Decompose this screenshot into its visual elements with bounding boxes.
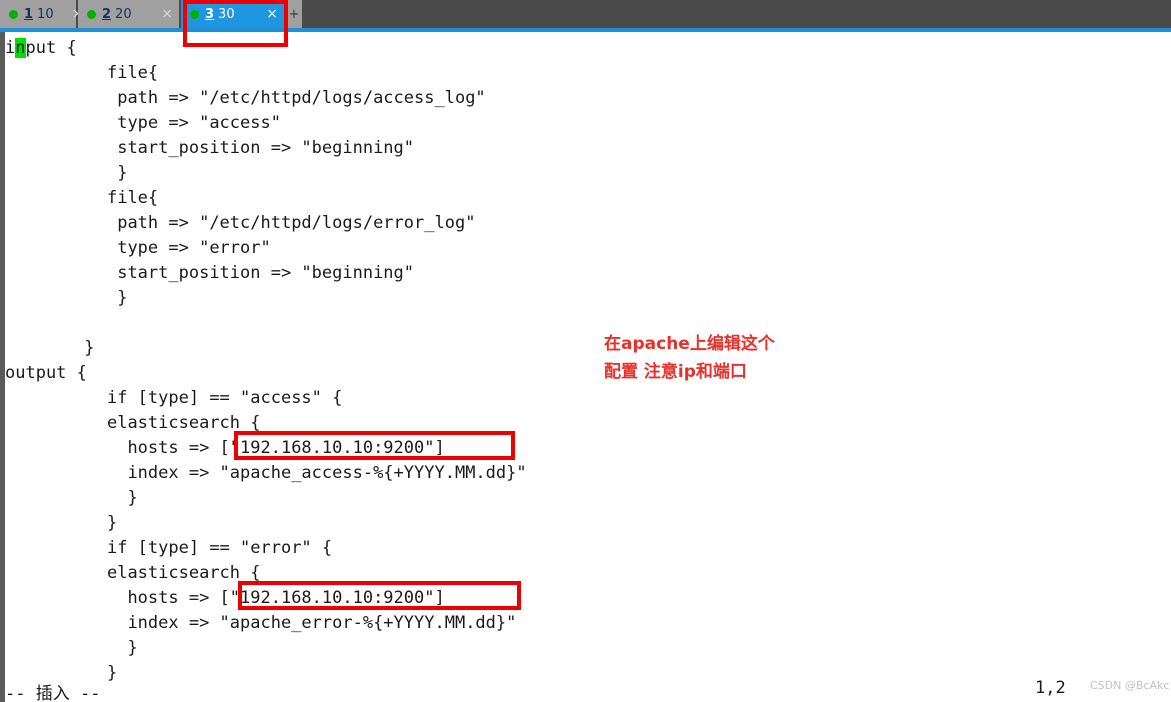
watermark: CSDN @BcAkc xyxy=(1090,679,1170,692)
code-line: } xyxy=(106,513,118,533)
new-tab-button[interactable]: + xyxy=(286,0,302,28)
code-line: start_position => "beginning" xyxy=(106,263,415,283)
code-line: } xyxy=(106,488,138,508)
tab-3[interactable]: 3 30 × xyxy=(181,0,286,28)
code-line: elasticsearch { xyxy=(106,563,261,583)
tab-label: 20 xyxy=(115,6,132,22)
code-text: put { xyxy=(25,38,77,58)
annotation-note-line-2: 配置 注意ip和端口 xyxy=(604,362,747,382)
code-line: file{ xyxy=(106,188,159,208)
code-line: } xyxy=(106,663,118,683)
cursor-position-ruler: 1,2 xyxy=(1035,678,1066,698)
code-line: type => "access" xyxy=(106,113,281,133)
code-text: i xyxy=(5,38,16,58)
status-dot-icon xyxy=(9,9,18,19)
code-line: } xyxy=(106,163,128,183)
code-line: } xyxy=(106,638,138,658)
code-line: index => "apache_error-%{+YYYY.MM.dd}" xyxy=(106,613,517,633)
code-line: start_position => "beginning" xyxy=(106,138,415,158)
tab-number: 2 xyxy=(102,6,112,22)
code-line: file{ xyxy=(106,63,159,83)
status-dot-icon xyxy=(87,9,96,19)
code-line: input { xyxy=(5,36,77,61)
code-line: elasticsearch { xyxy=(106,413,261,433)
close-icon[interactable]: × xyxy=(262,7,278,21)
code-line: output { xyxy=(5,363,87,383)
code-editor[interactable]: input { file{ path => "/etc/httpd/logs/ac… xyxy=(5,32,1171,702)
vim-mode-status: -- 插入 -- xyxy=(5,684,101,702)
code-line: path => "/etc/httpd/logs/error_log" xyxy=(106,213,476,233)
close-icon[interactable]: × xyxy=(157,7,173,21)
code-line: } xyxy=(106,288,128,308)
tab-label: 30 xyxy=(218,6,235,22)
code-line: } xyxy=(84,338,95,358)
code-line: path => "/etc/httpd/logs/access_log" xyxy=(106,88,486,108)
code-line: hosts => ["192.168.10.10:9200"] xyxy=(106,438,445,458)
tab-1[interactable]: 110× xyxy=(0,0,83,28)
tab-number: 3 xyxy=(205,6,215,22)
annotation-note-line-1: 在apache上编辑这个 xyxy=(604,334,775,354)
tab-2[interactable]: 2 20 × xyxy=(78,0,181,28)
terminal-screen: 110× 220 × 330 × + input { file{ path => "/etc… xyxy=(0,0,1171,702)
annotation-note: 在apache上编辑这个 配置 注意ip和端口 xyxy=(604,330,864,386)
code-line: hosts => ["192.168.10.10:9200"] xyxy=(106,588,445,608)
code-line: if [type] == "error" { xyxy=(106,538,333,558)
status-dot-icon xyxy=(190,9,199,19)
text-cursor: n xyxy=(15,38,26,58)
code-line: if [type] == "access" { xyxy=(106,388,343,408)
code-line: type => "error" xyxy=(106,238,271,258)
tab-label: 10 xyxy=(37,6,54,22)
tab-bar: 110× 220 × 330 × + xyxy=(0,0,1171,28)
tab-number: 1 xyxy=(24,6,34,22)
code-line: index => "apache_access-%{+YYYY.MM.dd}" xyxy=(106,463,527,483)
